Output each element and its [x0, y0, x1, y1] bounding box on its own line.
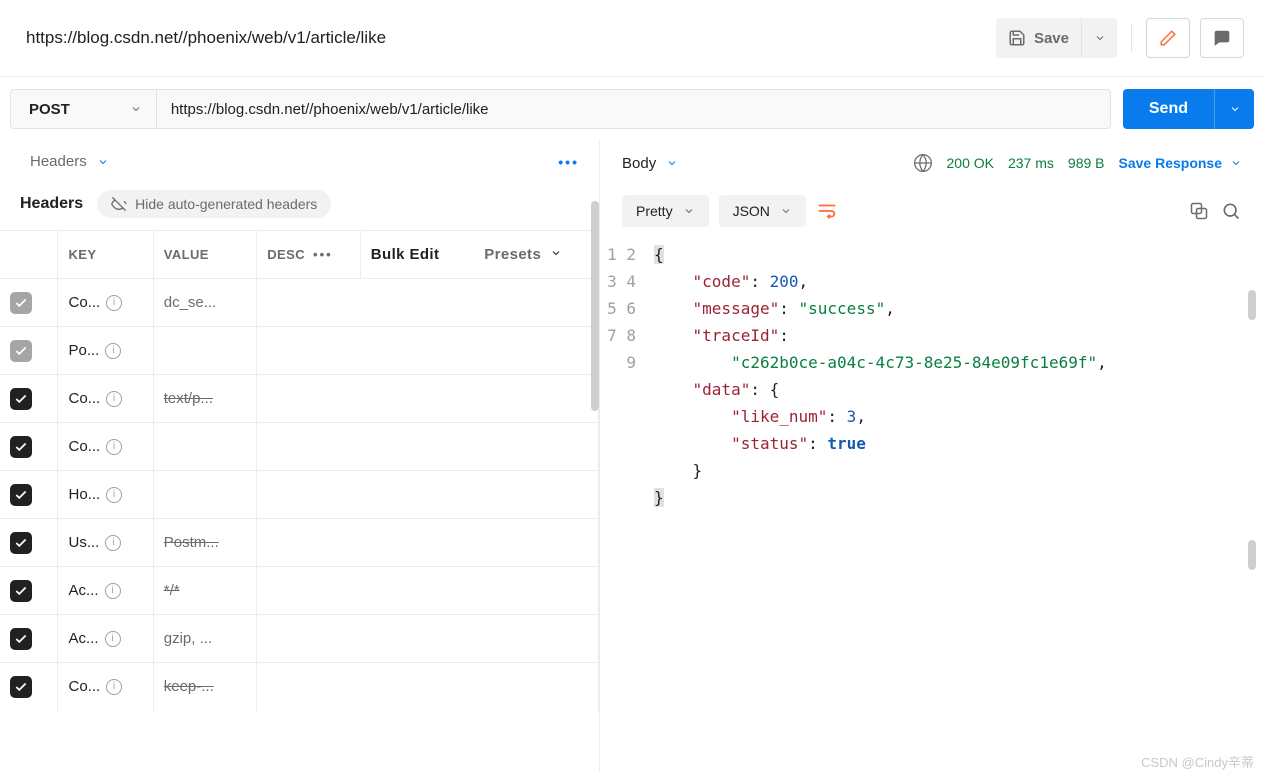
- scrollbar[interactable]: [1248, 540, 1256, 570]
- table-row[interactable]: Co... i: [0, 423, 599, 471]
- headers-subheader: Headers: [20, 195, 83, 213]
- checkbox[interactable]: [10, 676, 32, 698]
- scrollbar[interactable]: [1248, 290, 1256, 320]
- eye-off-icon: [111, 196, 127, 212]
- header-value[interactable]: gzip, ...: [164, 630, 212, 647]
- scrollbar[interactable]: [591, 201, 599, 411]
- save-button[interactable]: Save: [996, 18, 1081, 58]
- header-key[interactable]: Po...: [68, 342, 99, 359]
- info-icon[interactable]: i: [106, 391, 122, 407]
- request-line: POST: [10, 89, 1111, 129]
- table-row[interactable]: Co... i dc_se...: [0, 279, 599, 327]
- header-value[interactable]: */*: [164, 582, 180, 599]
- checkbox[interactable]: [10, 292, 32, 314]
- info-icon[interactable]: i: [106, 295, 122, 311]
- header-key[interactable]: Ac...: [68, 630, 98, 647]
- comment-icon: [1213, 29, 1231, 47]
- copy-button[interactable]: [1188, 200, 1210, 222]
- more-options[interactable]: •••: [558, 154, 579, 170]
- bulk-edit-button[interactable]: Bulk Edit: [360, 231, 474, 279]
- col-value: VALUE: [153, 231, 257, 279]
- response-size: 989 B: [1068, 155, 1105, 171]
- checkbox[interactable]: [10, 436, 32, 458]
- table-row[interactable]: Us... i Postm...: [0, 519, 599, 567]
- search-button[interactable]: [1220, 200, 1242, 222]
- tab-headers-label: Headers: [30, 153, 87, 170]
- col-desc: DESC: [267, 247, 305, 262]
- info-icon[interactable]: i: [106, 487, 122, 503]
- headers-table: KEY VALUE DESC ••• Bulk Edit Presets Co.…: [0, 230, 599, 711]
- lang-select[interactable]: JSON: [719, 195, 806, 227]
- chevron-down-icon: [683, 205, 695, 217]
- pencil-icon: [1159, 29, 1177, 47]
- info-icon[interactable]: i: [106, 439, 122, 455]
- chevron-down-icon: [780, 205, 792, 217]
- table-row[interactable]: Po... i: [0, 327, 599, 375]
- globe-icon[interactable]: [913, 153, 933, 173]
- checkbox[interactable]: [10, 484, 32, 506]
- chevron-down-icon: [550, 247, 562, 259]
- separator: [1131, 24, 1132, 52]
- info-icon[interactable]: i: [105, 631, 121, 647]
- chevron-down-icon: [1094, 32, 1106, 44]
- checkbox[interactable]: [10, 580, 32, 602]
- method-select[interactable]: POST: [11, 90, 157, 128]
- table-row[interactable]: Ho... i: [0, 471, 599, 519]
- comment-button[interactable]: [1200, 18, 1244, 58]
- chevron-down-icon: [97, 156, 109, 168]
- hide-autogen-toggle[interactable]: Hide auto-generated headers: [97, 190, 331, 218]
- header-value[interactable]: text/p...: [164, 390, 213, 407]
- table-row[interactable]: Ac... i */*: [0, 567, 599, 615]
- info-icon[interactable]: i: [105, 535, 121, 551]
- chevron-down-icon: [1230, 157, 1242, 169]
- chevron-down-icon: [130, 103, 142, 115]
- col-key: KEY: [58, 231, 153, 279]
- header-key[interactable]: Ac...: [68, 582, 98, 599]
- table-row[interactable]: Co... i keep-...: [0, 663, 599, 711]
- save-response-button[interactable]: Save Response: [1119, 155, 1243, 171]
- header-key[interactable]: Us...: [68, 534, 99, 551]
- info-icon[interactable]: i: [106, 679, 122, 695]
- watermark: CSDN @Cindy辛蒂: [1141, 752, 1254, 771]
- chevron-down-icon: [1229, 103, 1241, 115]
- save-icon: [1008, 29, 1026, 47]
- col-options[interactable]: •••: [313, 247, 333, 262]
- wrap-lines-toggle[interactable]: [816, 200, 838, 222]
- header-key[interactable]: Co...: [68, 438, 100, 455]
- tab-body-label: Body: [622, 155, 656, 172]
- table-row[interactable]: Co... i text/p...: [0, 375, 599, 423]
- checkbox[interactable]: [10, 340, 32, 362]
- view-mode-select[interactable]: Pretty: [622, 195, 709, 227]
- save-options-button[interactable]: [1081, 18, 1117, 58]
- response-body[interactable]: 1 2 3 4 5 6 7 8 9 { "code": 200, "messag…: [600, 237, 1264, 511]
- checkbox[interactable]: [10, 388, 32, 410]
- send-options-button[interactable]: [1214, 89, 1254, 129]
- url-input[interactable]: [157, 90, 1110, 128]
- checkbox[interactable]: [10, 628, 32, 650]
- tab-headers[interactable]: Headers: [30, 153, 109, 170]
- header-key[interactable]: Co...: [68, 678, 100, 695]
- tab-title: https://blog.csdn.net//phoenix/web/v1/ar…: [26, 28, 996, 48]
- status-code: 200 OK: [947, 155, 994, 171]
- edit-button[interactable]: [1146, 18, 1190, 58]
- header-key[interactable]: Co...: [68, 390, 100, 407]
- table-row[interactable]: Ac... i gzip, ...: [0, 615, 599, 663]
- presets-button[interactable]: Presets: [474, 231, 598, 279]
- header-value[interactable]: dc_se...: [164, 294, 217, 311]
- method-label: POST: [29, 101, 70, 118]
- send-button[interactable]: Send: [1123, 89, 1214, 129]
- header-value[interactable]: Postm...: [164, 534, 219, 551]
- save-button-label: Save: [1034, 30, 1069, 47]
- tab-body[interactable]: Body: [622, 155, 678, 172]
- chevron-down-icon: [666, 157, 678, 169]
- header-key[interactable]: Co...: [68, 294, 100, 311]
- response-time: 237 ms: [1008, 155, 1054, 171]
- info-icon[interactable]: i: [105, 343, 121, 359]
- header-value[interactable]: keep-...: [164, 678, 214, 695]
- info-icon[interactable]: i: [105, 583, 121, 599]
- header-key[interactable]: Ho...: [68, 486, 100, 503]
- checkbox[interactable]: [10, 532, 32, 554]
